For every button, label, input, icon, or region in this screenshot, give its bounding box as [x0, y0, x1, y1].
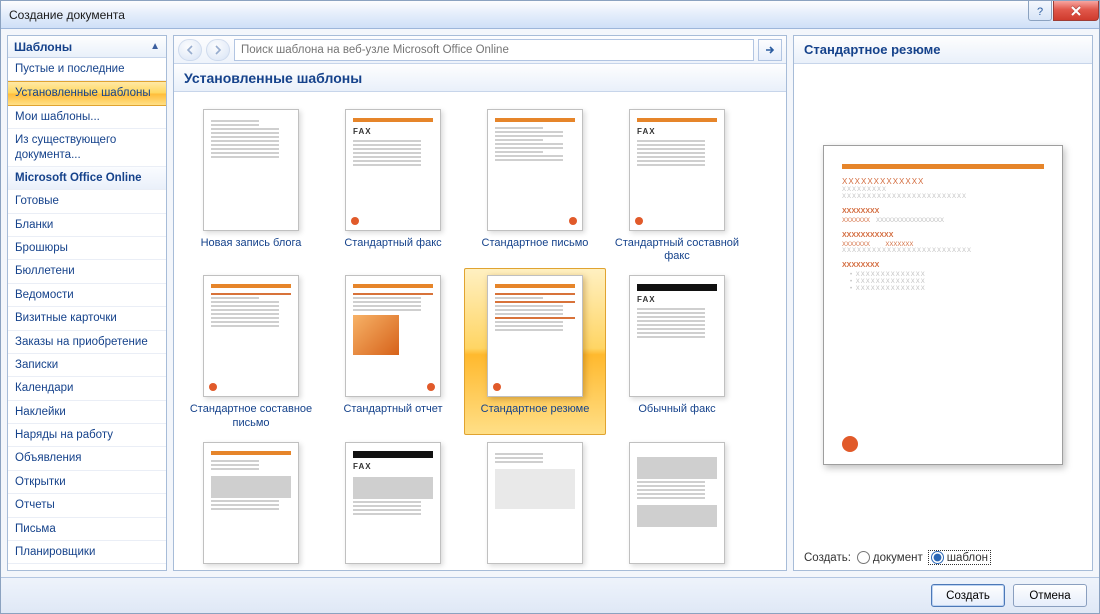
search-bar: [174, 36, 786, 64]
template-item[interactable]: Стандартное резюме: [464, 268, 606, 434]
sidebar-item[interactable]: Готовые: [8, 190, 166, 213]
template-item[interactable]: Новая запись блога: [180, 102, 322, 268]
template-label: Стандартное письмо: [482, 237, 589, 263]
template-label: Стандартное резюме: [481, 403, 590, 429]
sidebar-item[interactable]: Письма: [8, 518, 166, 541]
template-label: Стандартный отчет: [343, 403, 442, 429]
dialog-footer: Создать Отмена: [1, 577, 1099, 613]
sidebar-item[interactable]: Наряды на работу: [8, 424, 166, 447]
sidebar-item[interactable]: Заказы на приобретение: [8, 331, 166, 354]
sidebar-item[interactable]: Брошюры: [8, 237, 166, 260]
chevron-up-icon: ▲: [150, 41, 160, 52]
sidebar-item[interactable]: Установленные шаблоны: [8, 81, 166, 105]
main-panel: Установленные шаблоны Новая запись блога…: [173, 35, 787, 571]
sidebar-item[interactable]: Календари: [8, 377, 166, 400]
template-label: Стандартный факс: [344, 237, 441, 263]
sidebar-item[interactable]: Мои шаблоны...: [8, 106, 166, 129]
template-item[interactable]: Стандартное письмо: [464, 102, 606, 268]
content-heading: Установленные шаблоны: [174, 64, 786, 92]
template-item[interactable]: FAXСтандартный факс: [322, 102, 464, 268]
search-input[interactable]: [234, 39, 754, 61]
template-label: Стандартный составной факс: [610, 237, 744, 263]
template-label: Стандартное составное письмо: [184, 403, 318, 429]
create-options: Создать: документ шаблон: [794, 545, 1092, 570]
template-gallery[interactable]: Новая запись блогаFAXСтандартный факсСта…: [174, 92, 786, 570]
template-item[interactable]: Стандартный отчет: [322, 268, 464, 434]
sidebar-item[interactable]: Визитные карточки: [8, 307, 166, 330]
radio-template[interactable]: шаблон: [929, 551, 990, 564]
radio-document[interactable]: документ: [857, 551, 923, 564]
sidebar-item[interactable]: Наклейки: [8, 401, 166, 424]
preview-panel: Стандартное резюме XXXXXXXXXXXXX XXXXXXX…: [793, 35, 1093, 571]
nav-back-button[interactable]: [178, 39, 202, 61]
svg-text:?: ?: [1037, 6, 1043, 17]
template-item[interactable]: Стандартное составное письмо: [180, 268, 322, 434]
template-item[interactable]: [464, 435, 606, 570]
sidebar-item[interactable]: Объявления: [8, 447, 166, 470]
sidebar-item[interactable]: Записки: [8, 354, 166, 377]
sidebar-item[interactable]: Из существующего документа...: [8, 129, 166, 167]
sidebar-item[interactable]: Отчеты: [8, 494, 166, 517]
search-go-button[interactable]: [758, 39, 782, 61]
titlebar: Создание документа ?: [1, 1, 1099, 29]
sidebar-list[interactable]: Пустые и последниеУстановленные шаблоныМ…: [8, 58, 166, 570]
sidebar: Шаблоны ▲ Пустые и последниеУстановленны…: [7, 35, 167, 571]
sidebar-item[interactable]: Пустые и последние: [8, 58, 166, 81]
template-item[interactable]: FAX: [322, 435, 464, 570]
sidebar-item[interactable]: Открытки: [8, 471, 166, 494]
sidebar-item[interactable]: Бланки: [8, 214, 166, 237]
template-item[interactable]: [180, 435, 322, 570]
help-button[interactable]: ?: [1028, 1, 1052, 21]
template-item[interactable]: FAXСтандартный составной факс: [606, 102, 748, 268]
sidebar-item[interactable]: Ведомости: [8, 284, 166, 307]
template-item[interactable]: [606, 435, 748, 570]
sidebar-item[interactable]: Microsoft Office Online: [8, 167, 166, 190]
sidebar-header[interactable]: Шаблоны ▲: [8, 36, 166, 58]
template-item[interactable]: FAXОбычный факс: [606, 268, 748, 434]
preview-body: XXXXXXXXXXXXX XXXXXXXXX XXXXXXXXXXXXXXXX…: [794, 64, 1092, 545]
sidebar-item[interactable]: Бюллетени: [8, 260, 166, 283]
sidebar-item[interactable]: Планировщики: [8, 541, 166, 564]
template-label: Новая запись блога: [201, 237, 302, 263]
window-controls: ?: [1028, 1, 1099, 28]
close-button[interactable]: [1053, 1, 1099, 21]
window-title: Создание документа: [9, 8, 1028, 22]
preview-heading: Стандартное резюме: [794, 36, 1092, 64]
create-button[interactable]: Создать: [931, 584, 1005, 607]
nav-forward-button[interactable]: [206, 39, 230, 61]
dialog-body: Шаблоны ▲ Пустые и последниеУстановленны…: [1, 29, 1099, 577]
create-label: Создать:: [804, 552, 851, 564]
template-label: Обычный факс: [638, 403, 715, 429]
cancel-button[interactable]: Отмена: [1013, 584, 1087, 607]
dialog-window: Создание документа ? Шаблоны ▲ Пустые и …: [0, 0, 1100, 614]
preview-page: XXXXXXXXXXXXX XXXXXXXXX XXXXXXXXXXXXXXXX…: [823, 145, 1063, 465]
